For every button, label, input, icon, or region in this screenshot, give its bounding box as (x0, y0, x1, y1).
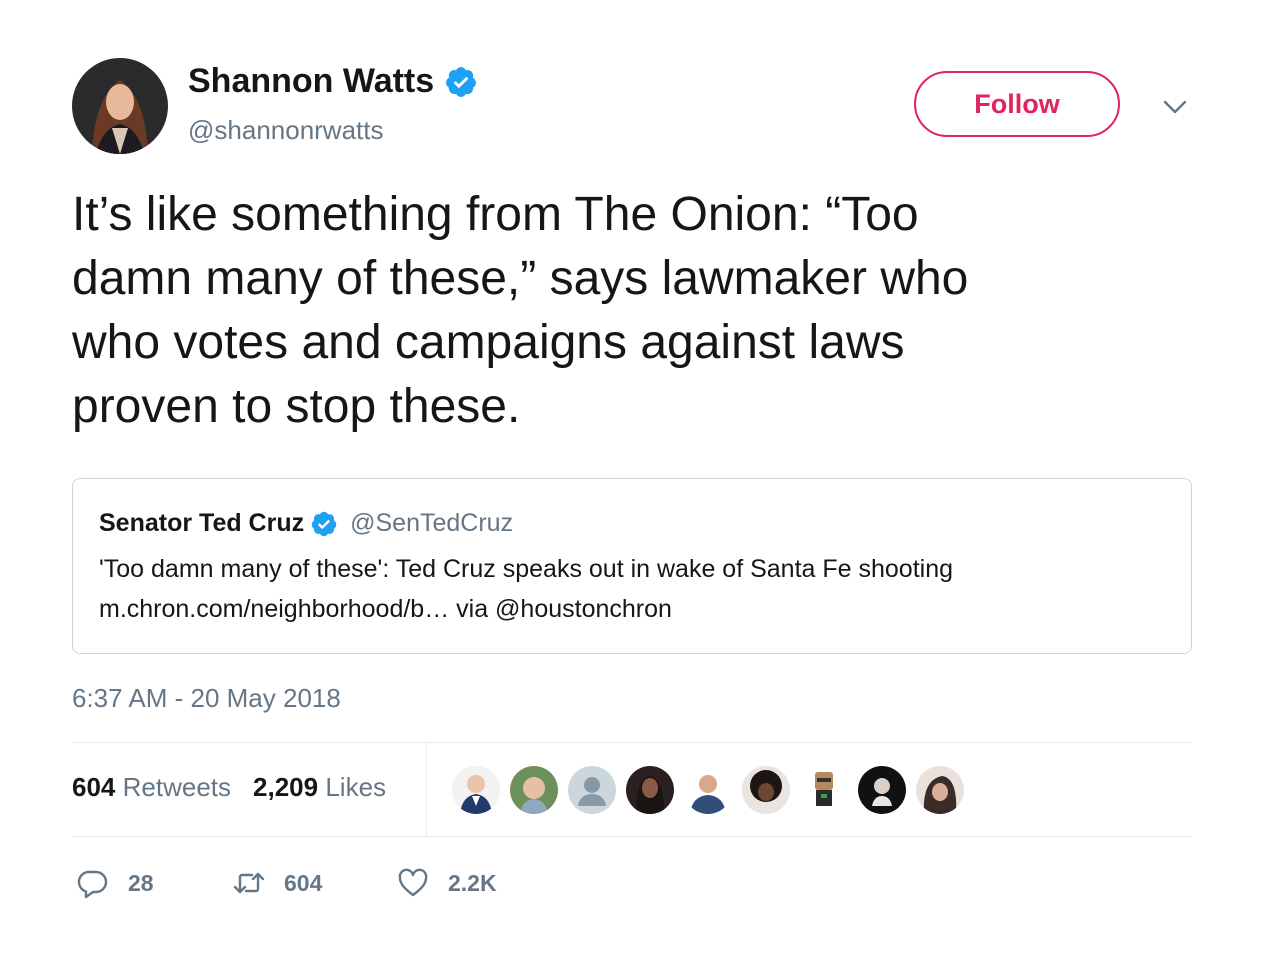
likers-avatar-list (452, 766, 974, 814)
liker-avatar[interactable] (568, 766, 616, 814)
liker-avatar[interactable] (452, 766, 500, 814)
follow-button[interactable]: Follow (914, 71, 1120, 137)
verified-badge-icon (311, 511, 337, 536)
author-avatar[interactable] (72, 58, 168, 154)
liker-avatar[interactable] (858, 766, 906, 814)
divider (426, 743, 427, 836)
tweet-text-line: It’s like something from The Onion: “Too (72, 188, 919, 241)
liker-avatar[interactable] (742, 766, 790, 814)
tweet-text: It’s like something from The Onion: “Too… (72, 183, 1182, 439)
retweet-count: 604 (284, 869, 323, 896)
quoted-author-name: Senator Ted Cruz (99, 509, 305, 537)
chevron-down-icon[interactable] (1160, 92, 1190, 122)
tweet-text-line: damn many of these,” says lawmaker who (72, 252, 969, 305)
like-action[interactable]: 2.2K (396, 866, 497, 900)
divider (72, 742, 1192, 743)
verified-badge-icon (446, 66, 477, 97)
liker-avatar[interactable] (510, 766, 558, 814)
retweets-stat[interactable]: 604 Retweets (72, 772, 231, 803)
reply-icon[interactable] (76, 866, 110, 900)
tweet-timestamp[interactable]: 6:37 AM - 20 May 2018 (72, 683, 341, 714)
reply-count: 28 (128, 869, 154, 896)
quoted-tweet-header: Senator Ted Cruz @SenTedCruz (99, 509, 513, 538)
quoted-tweet-link: m.chron.com/neighborhood/b… via @houston… (99, 595, 672, 623)
like-count: 2.2K (448, 869, 497, 896)
retweet-icon[interactable] (232, 866, 266, 900)
retweet-action[interactable]: 604 (232, 866, 322, 900)
liker-avatar[interactable] (626, 766, 674, 814)
quoted-tweet-card[interactable]: Senator Ted Cruz @SenTedCruz 'Too damn m… (72, 478, 1192, 654)
reply-action[interactable]: 28 (76, 866, 154, 900)
tweet-stats: 604 Retweets 2,209 Likes (72, 772, 386, 803)
liker-avatar[interactable] (800, 766, 848, 814)
heart-icon[interactable] (396, 866, 430, 900)
author-name[interactable]: Shannon Watts (188, 62, 478, 101)
author-handle[interactable]: @shannonrwatts (188, 115, 384, 146)
tweet-text-line: proven to stop these. (72, 380, 521, 433)
divider (72, 836, 1192, 837)
liker-avatar[interactable] (684, 766, 732, 814)
quoted-author-handle: @SenTedCruz (350, 509, 514, 537)
tweet-text-line: who votes and campaigns against laws (72, 316, 905, 369)
liker-avatar[interactable] (916, 766, 964, 814)
likes-stat[interactable]: 2,209 Likes (253, 772, 386, 803)
quoted-tweet-text: 'Too damn many of these': Ted Cruz speak… (99, 555, 954, 583)
